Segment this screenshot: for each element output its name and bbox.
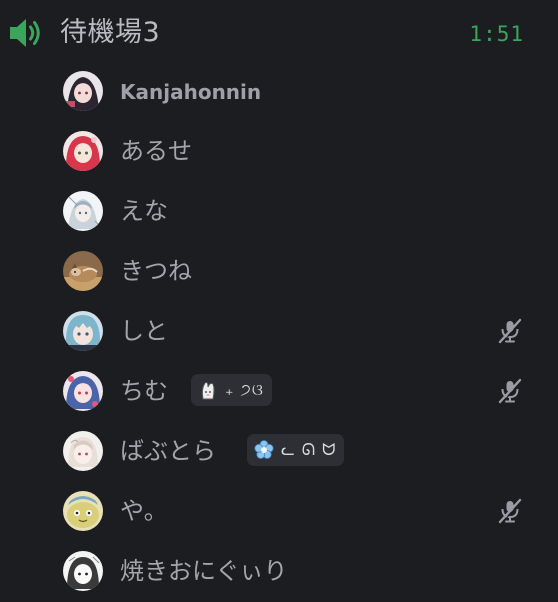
badge-text: ₊ ੭ଓ — [225, 380, 264, 399]
user-avatar — [63, 491, 103, 531]
voice-member[interactable]: や。 — [0, 482, 558, 542]
member-name: しと — [120, 317, 168, 345]
member-name: ちむ — [120, 377, 168, 405]
member-name: ばぶとら — [120, 437, 216, 465]
flower-emoji-icon — [254, 440, 274, 459]
user-avatar — [63, 71, 103, 111]
activity-badge: ᓚ ᘏ ᗢ — [247, 434, 345, 466]
mic-muted-icon — [498, 498, 523, 524]
voice-member[interactable]: きつね — [0, 242, 558, 302]
bunny-emoji-icon — [201, 382, 215, 400]
user-avatar — [63, 311, 103, 351]
voice-member[interactable]: えな — [0, 182, 558, 242]
member-name: あるせ — [120, 137, 192, 165]
user-avatar — [63, 371, 103, 411]
user-avatar — [63, 431, 103, 471]
voice-member[interactable]: 焼きおにぐぃり — [0, 542, 558, 602]
voice-member[interactable]: あるせ — [0, 122, 558, 182]
voice-member[interactable]: ちむ ₊ ੭ଓ — [0, 362, 558, 422]
member-name: や。 — [120, 497, 168, 525]
user-avatar — [63, 191, 103, 231]
mic-muted-icon — [498, 378, 523, 404]
channel-name: 待機場3 — [60, 17, 161, 48]
badge-text: ᓚ ᘏ ᗢ — [281, 440, 337, 459]
voice-channel-header[interactable]: 待機場3 1:51 — [0, 0, 558, 66]
user-avatar — [63, 551, 103, 591]
user-avatar — [63, 131, 103, 171]
user-avatar — [63, 251, 103, 291]
mic-muted-icon — [498, 318, 523, 344]
activity-badge: ₊ ੭ଓ — [191, 374, 272, 406]
member-name: えな — [120, 197, 168, 225]
member-name: Kanjahonnin — [120, 80, 262, 104]
voice-member[interactable]: しと — [0, 302, 558, 362]
voice-member[interactable]: ばぶとら ᓚ ᘏ ᗢ — [0, 422, 558, 482]
voice-member[interactable]: Kanjahonnin — [0, 62, 558, 122]
voice-channel: 待機場3 1:51 Kanjahonnin あるせ えな きつね しと ちむ ₊… — [0, 0, 558, 596]
member-name: 焼きおにぐぃり — [120, 557, 288, 585]
call-timer: 1:51 — [469, 22, 524, 46]
member-name: きつね — [120, 257, 192, 285]
speaker-icon — [10, 19, 40, 47]
